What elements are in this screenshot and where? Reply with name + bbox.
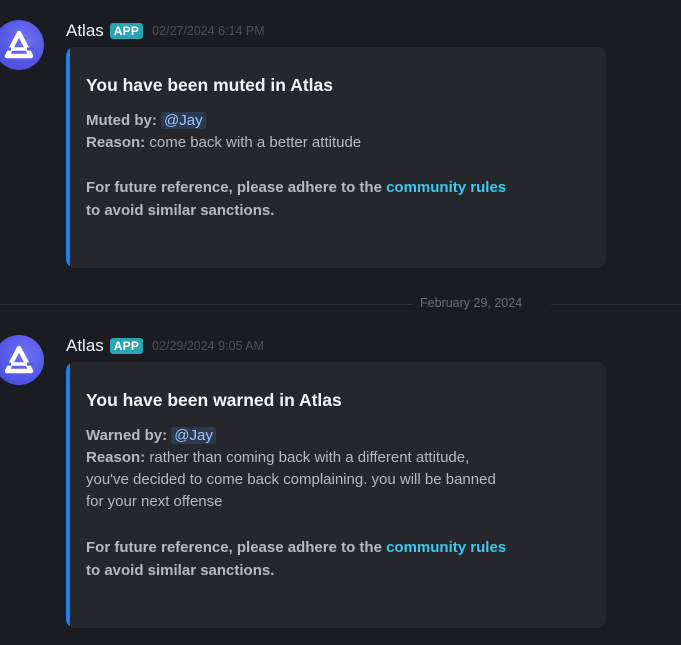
date-divider: February 29, 2024 xyxy=(0,296,681,310)
atlas-avatar[interactable] xyxy=(0,335,44,385)
message-timestamp[interactable]: 02/27/2024 6:14 PM xyxy=(152,24,265,38)
embed-title: You have been warned in Atlas xyxy=(86,390,342,410)
footer-suffix: to avoid similar sanctions. xyxy=(86,202,275,219)
embed-title: You have been muted in Atlas xyxy=(86,75,333,95)
divider-line-left xyxy=(0,304,413,305)
app-badge: APP xyxy=(109,338,144,354)
sanction-embed: You have been muted in Atlas Muted by: @… xyxy=(66,47,606,268)
reason-continuation: for your next offense xyxy=(86,491,222,513)
footer-suffix: to avoid similar sanctions. xyxy=(86,562,275,579)
moderator-field: Warned by: @Jay xyxy=(86,425,216,447)
reason-text-line-3: for your next offense xyxy=(86,493,223,510)
reason-text-line-2: you've decided to come back complaining.… xyxy=(86,471,496,488)
community-rules-link[interactable]: community rules xyxy=(386,539,506,556)
reason-field: Reason: rather than coming back with a d… xyxy=(86,447,469,469)
embed-footer: For future reference, please adhere to t… xyxy=(86,536,506,582)
reason-text: come back with a better attitude xyxy=(149,134,362,151)
app-badge: APP xyxy=(109,23,144,39)
atlas-logo-icon xyxy=(4,345,34,374)
divider-line-right xyxy=(551,304,681,305)
community-rules-link[interactable]: community rules xyxy=(386,179,506,196)
atlas-avatar[interactable] xyxy=(0,20,44,70)
author-name[interactable]: Atlas xyxy=(66,21,104,41)
moderator-mention[interactable]: @Jay xyxy=(161,112,206,129)
moderator-label: Warned by: xyxy=(86,427,168,444)
divider-date: February 29, 2024 xyxy=(420,296,523,310)
sanction-embed: You have been warned in Atlas Warned by:… xyxy=(66,362,606,628)
footer-prefix: For future reference, please adhere to t… xyxy=(86,179,387,196)
embed-accent-bar xyxy=(66,362,70,628)
moderator-label: Muted by: xyxy=(86,112,157,129)
reason-field: Reason: come back with a better attitude xyxy=(86,132,361,154)
moderator-mention[interactable]: @Jay xyxy=(171,427,216,444)
atlas-logo-icon xyxy=(4,30,34,59)
reason-continuation: you've decided to come back complaining.… xyxy=(86,469,496,491)
author-name[interactable]: Atlas xyxy=(66,336,104,356)
embed-accent-bar xyxy=(66,47,70,268)
reason-label: Reason: xyxy=(86,449,146,466)
reason-text-line-1: rather than coming back with a different… xyxy=(149,449,470,466)
embed-footer: For future reference, please adhere to t… xyxy=(86,176,506,222)
reason-label: Reason: xyxy=(86,134,146,151)
moderator-field: Muted by: @Jay xyxy=(86,110,206,132)
message-timestamp[interactable]: 02/29/2024 9:05 AM xyxy=(152,339,264,353)
footer-prefix: For future reference, please adhere to t… xyxy=(86,539,387,556)
